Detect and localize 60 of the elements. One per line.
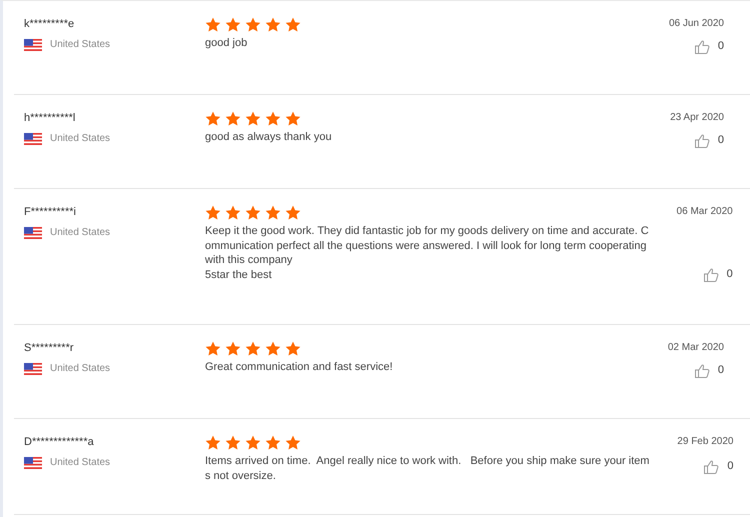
star-icon xyxy=(265,341,281,356)
country-name: United States xyxy=(50,363,110,375)
reviewer-name: k*********e xyxy=(24,17,76,31)
star-icon xyxy=(285,111,301,126)
star-icon xyxy=(285,435,301,450)
star-icon xyxy=(245,341,261,356)
star-icon xyxy=(225,435,241,450)
star-icon xyxy=(285,17,301,32)
like-count: 0 xyxy=(718,132,724,148)
reviewer-name: D*************a xyxy=(24,435,95,449)
star-icon xyxy=(205,435,221,450)
star-icon xyxy=(225,205,241,220)
star-icon xyxy=(265,205,281,220)
like-count: 0 xyxy=(726,266,733,282)
thumbs-up-icon[interactable] xyxy=(694,40,710,54)
star-icon xyxy=(225,111,241,126)
star-icon xyxy=(205,17,221,32)
star-icon xyxy=(205,111,221,126)
flag-icon xyxy=(24,227,42,239)
review-text: good job xyxy=(205,36,248,50)
thumbs-up-icon[interactable] xyxy=(704,460,720,474)
flag-icon xyxy=(24,363,42,375)
country-name: United States xyxy=(50,133,110,145)
reviewer-name: F**********i xyxy=(24,205,77,219)
star-icon xyxy=(265,17,281,32)
star-icon xyxy=(265,435,281,450)
star-icon xyxy=(225,17,241,32)
flag-icon xyxy=(24,133,42,145)
review-text: good as always thank you xyxy=(205,130,332,144)
thumbs-up-icon[interactable] xyxy=(704,268,719,282)
review-date: 06 Jun 2020 xyxy=(668,17,725,31)
flag-icon xyxy=(24,457,42,469)
flag-icon xyxy=(24,39,42,51)
review-text: Keep it the good work. They did fantastic job for my goods delivery on time and accurate. C ommunication perfect all the questions were answered. I will look for long term cooperating with this company 5star the best xyxy=(205,224,649,282)
star-icon xyxy=(285,205,301,220)
country-name: United States xyxy=(50,227,110,239)
country-name: United States xyxy=(50,457,110,469)
review-text: Items arrived on time. Angel really nice to work with. Before you ship make sure your item s not oversize. xyxy=(205,454,650,483)
like-count: 0 xyxy=(718,362,724,378)
review-date: 06 Mar 2020 xyxy=(676,205,734,219)
review-date: 23 Apr 2020 xyxy=(669,111,725,125)
star-icon xyxy=(225,341,241,356)
star-icon xyxy=(205,341,221,356)
thumbs-up-icon[interactable] xyxy=(694,134,710,148)
like-count: 0 xyxy=(727,458,734,474)
star-icon xyxy=(245,205,261,220)
like-count: 0 xyxy=(718,38,724,54)
review-date: 29 Feb 2020 xyxy=(676,435,734,449)
reviewer-name: h**********l xyxy=(24,111,76,125)
review-date: 02 Mar 2020 xyxy=(666,341,725,355)
star-icon xyxy=(265,111,281,126)
thumbs-up-icon[interactable] xyxy=(694,364,710,378)
star-icon xyxy=(285,341,301,356)
star-icon xyxy=(245,111,261,126)
review-text: Great communication and fast service! xyxy=(205,360,393,374)
country-name: United States xyxy=(50,39,110,51)
star-icon xyxy=(205,205,221,220)
star-icon xyxy=(245,435,261,450)
star-icon xyxy=(245,17,261,32)
reviewer-name: S*********r xyxy=(24,341,75,355)
